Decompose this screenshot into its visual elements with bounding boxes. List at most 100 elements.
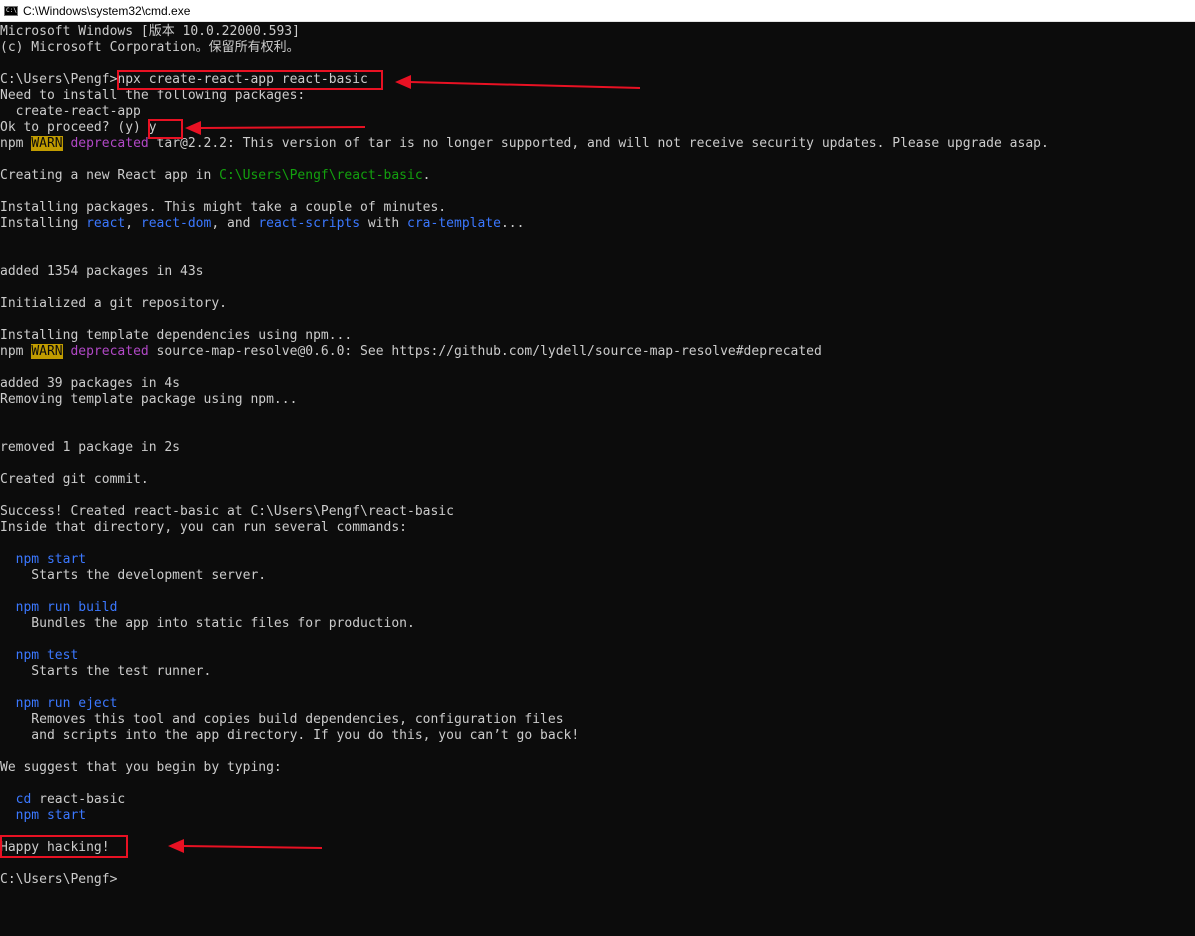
console-text: npm start — [15, 552, 87, 567]
console-text: npm — [0, 344, 32, 359]
console-text: Starts the test runner. — [0, 664, 212, 679]
console-text: Starts the development server. — [0, 568, 267, 583]
console-text: npm run build — [15, 600, 118, 615]
console-text: deprecated — [70, 344, 149, 359]
console-line: npm test — [0, 648, 1195, 664]
console-line: Need to install the following packages: — [0, 88, 1195, 104]
console-line: Bundles the app into static files for pr… — [0, 616, 1195, 632]
console-line: C:\Users\Pengf> — [0, 872, 1195, 888]
highlight-box-command — [117, 70, 383, 90]
console-text: Initialized a git repository. — [0, 296, 227, 311]
console-text: WARN — [31, 136, 63, 151]
console-text: added 39 packages in 4s — [0, 376, 181, 391]
console-text: , — [125, 216, 141, 231]
console-text: with — [360, 216, 408, 231]
console-line: Installing template dependencies using n… — [0, 328, 1195, 344]
console-text: npm test — [15, 648, 79, 663]
console-text: C:\Users\Pengf\react-basic — [219, 168, 423, 183]
console-line: Inside that directory, you can run sever… — [0, 520, 1195, 536]
console-text: react-basic — [31, 792, 126, 807]
console-text: Creating a new React app in — [0, 168, 220, 183]
console-line: cd react-basic — [0, 792, 1195, 808]
console-text: removed 1 package in 2s — [0, 440, 181, 455]
console-text: cra-template — [407, 216, 501, 231]
console-line: create-react-app — [0, 104, 1195, 120]
console-line: added 39 packages in 4s — [0, 376, 1195, 392]
console-text: C:\Users\Pengf> — [0, 872, 118, 887]
console-text: Installing template dependencies using n… — [0, 328, 353, 343]
highlight-box-happy-hacking — [0, 835, 128, 858]
console-line: npm start — [0, 552, 1195, 568]
console-text: We suggest that you begin by typing: — [0, 760, 282, 775]
console-text: , and — [211, 216, 259, 231]
console-line: npm start — [0, 808, 1195, 824]
console-text: react-dom — [140, 216, 212, 231]
console-text: tar@2.2.2: This version of tar is no lon… — [148, 136, 1049, 151]
console-line: Starts the test runner. — [0, 664, 1195, 680]
console-output[interactable]: Microsoft Windows [版本 10.0.22000.593] (c)… — [0, 24, 1195, 936]
console-text: Created git commit. — [0, 472, 149, 487]
console-line: (c) Microsoft Corporation。保留所有权利。 — [0, 40, 1195, 56]
console-line: npm run eject — [0, 696, 1195, 712]
console-text: (c) Microsoft Corporation。保留所有权利。 — [0, 40, 300, 55]
console-text: source-map-resolve@0.6.0: See https://gi… — [148, 344, 822, 359]
console-text: npm start — [15, 808, 87, 823]
console-text: Microsoft Windows [版本 10.0.22000.593] — [0, 24, 300, 39]
console-line: npm WARN deprecated source-map-resolve@0… — [0, 344, 1195, 360]
window-title: C:\Windows\system32\cmd.exe — [23, 3, 191, 18]
console-line: Removing template package using npm... — [0, 392, 1195, 408]
console-text: ... — [500, 216, 525, 231]
console-line: Created git commit. — [0, 472, 1195, 488]
console-line: added 1354 packages in 43s — [0, 264, 1195, 280]
console-line: npm run build — [0, 600, 1195, 616]
console-line: Installing react, react-dom, and react-s… — [0, 216, 1195, 232]
console-app-icon: C:\ — [4, 5, 18, 16]
console-line: Removes this tool and copies build depen… — [0, 712, 1195, 728]
console-line: Starts the development server. — [0, 568, 1195, 584]
highlight-box-confirm — [148, 119, 183, 139]
console-text: cd — [15, 792, 32, 807]
console-text: added 1354 packages in 43s — [0, 264, 204, 279]
console-text: Bundles the app into static files for pr… — [0, 616, 415, 631]
console-text: Installing packages. This might take a c… — [0, 200, 447, 215]
console-text: Removing template package using npm... — [0, 392, 298, 407]
console-text: Installing — [0, 216, 87, 231]
console-text: Removes this tool and copies build depen… — [0, 712, 564, 727]
console-text: react — [86, 216, 126, 231]
title-bar[interactable]: C:\ C:\Windows\system32\cmd.exe — [0, 0, 1195, 22]
console-text: and scripts into the app directory. If y… — [0, 728, 580, 743]
console-text: react-scripts — [258, 216, 361, 231]
console-text: Inside that directory, you can run sever… — [0, 520, 407, 535]
console-text: Ok to proceed? (y) y — [0, 120, 157, 135]
console-line: Installing packages. This might take a c… — [0, 200, 1195, 216]
console-text: deprecated — [70, 136, 149, 151]
console-line: We suggest that you begin by typing: — [0, 760, 1195, 776]
console-line: removed 1 package in 2s — [0, 440, 1195, 456]
console-line: Microsoft Windows [版本 10.0.22000.593] — [0, 24, 1195, 40]
console-text: npm run eject — [15, 696, 118, 711]
console-text: create-react-app — [0, 104, 141, 119]
console-text: WARN — [31, 344, 63, 359]
console-text: Need to install the following packages: — [0, 88, 306, 103]
